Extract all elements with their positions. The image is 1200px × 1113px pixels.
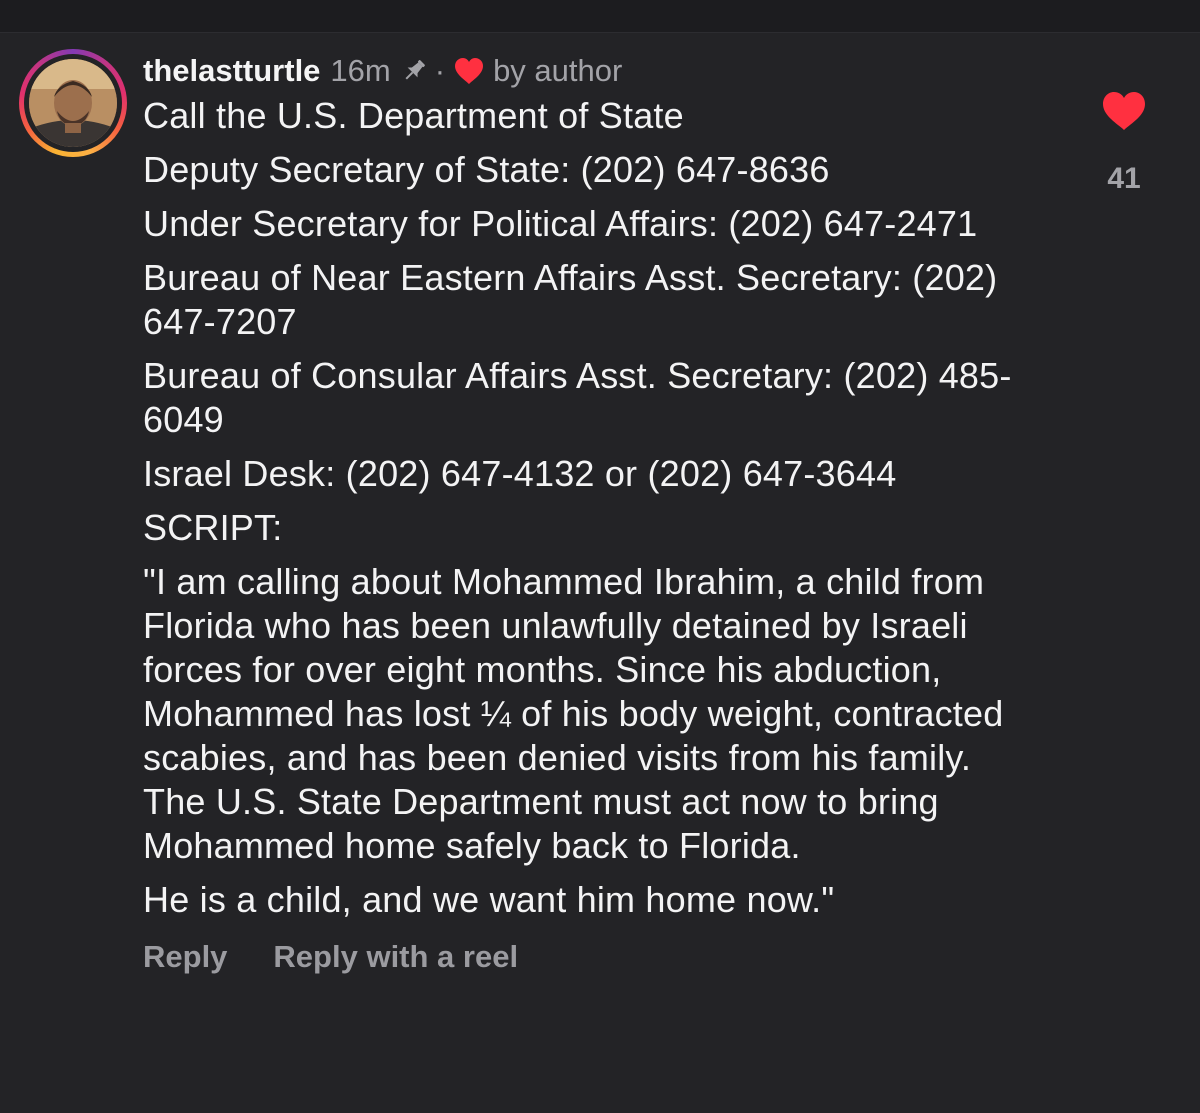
like-heart-icon[interactable] [1101, 90, 1147, 132]
comment-paragraph: Deputy Secretary of State: (202) 647-863… [143, 149, 830, 190]
username[interactable]: thelastturtle [143, 53, 320, 89]
like-count: 41 [1107, 162, 1141, 195]
comment-paragraph: "I am calling about Mohammed Ibrahim, a … [143, 561, 1004, 866]
pin-icon [399, 56, 429, 86]
comment-paragraph: SCRIPT: [143, 507, 283, 548]
avatar[interactable] [29, 59, 117, 147]
reply-button[interactable]: Reply [143, 939, 227, 975]
separator-dot: · [434, 53, 446, 88]
reply-with-reel-button[interactable]: Reply with a reel [273, 939, 518, 975]
comment: thelastturtle 16m · by author Call the U… [143, 48, 1043, 975]
comment-paragraph: He is a child, and we want him home now.… [143, 879, 835, 920]
comment-paragraph: Call the U.S. Department of State [143, 95, 684, 136]
like-column: 41 [1099, 90, 1149, 196]
comment-paragraph: Bureau of Near Eastern Affairs Asst. Sec… [143, 257, 998, 342]
story-ring-gap [24, 54, 122, 152]
comment-actions: Reply Reply with a reel [143, 939, 1043, 975]
avatar-photo [29, 59, 117, 147]
top-bar [0, 0, 1200, 33]
comment-paragraph: Under Secretary for Political Affairs: (… [143, 203, 978, 244]
liked-by-author-heart-icon [453, 56, 485, 86]
by-author-label: by author [493, 53, 623, 88]
comment-text: Call the U.S. Department of State Deputy… [143, 94, 1043, 922]
comment-paragraph: Bureau of Consular Affairs Asst. Secreta… [143, 355, 1012, 440]
timestamp: 16m [330, 53, 391, 88]
story-ring[interactable] [19, 49, 127, 157]
comment-header: thelastturtle 16m · by author [143, 48, 1043, 94]
comment-paragraph: Israel Desk: (202) 647-4132 or (202) 647… [143, 453, 897, 494]
